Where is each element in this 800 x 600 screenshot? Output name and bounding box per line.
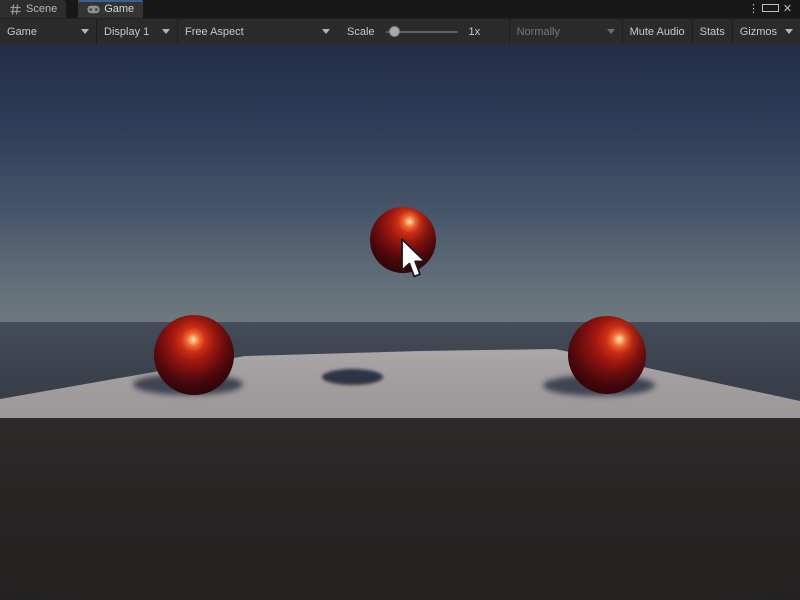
mouse-cursor-icon [400, 238, 428, 285]
game-mode-dropdown-label: Game [7, 26, 37, 38]
kebab-menu-icon[interactable]: ⋮ [745, 0, 762, 18]
maximize-icon[interactable] [762, 0, 779, 18]
stats-button[interactable]: Stats [693, 19, 732, 44]
window-controls: ⋮ ✕ [745, 0, 800, 18]
chevron-down-icon [607, 29, 615, 34]
gizmos-dropdown[interactable]: Gizmos [733, 19, 800, 44]
unity-game-window: Scene Game ⋮ ✕ Game Display 1 [0, 0, 800, 600]
tab-bar-spacer [143, 0, 745, 18]
play-mode-dropdown: Normally [510, 19, 622, 44]
tab-scene[interactable]: Scene [0, 0, 66, 18]
aspect-ratio-dropdown[interactable]: Free Aspect [178, 19, 337, 44]
grid-icon [9, 4, 22, 15]
aspect-ratio-dropdown-label: Free Aspect [185, 26, 244, 38]
tab-game[interactable]: Game [78, 0, 143, 18]
game-mode-dropdown[interactable]: Game [0, 19, 96, 44]
close-icon[interactable]: ✕ [779, 0, 796, 18]
chevron-down-icon [81, 29, 89, 34]
game-render-viewport[interactable] [0, 44, 800, 600]
red-sphere-left [154, 315, 234, 395]
near-ground-foreground [0, 417, 800, 600]
display-dropdown[interactable]: Display 1 [97, 19, 177, 44]
gizmos-dropdown-label: Gizmos [740, 26, 777, 38]
tab-game-label: Game [104, 3, 134, 15]
toolbar-spacer [487, 19, 508, 44]
chevron-down-icon [162, 29, 170, 34]
scale-label: Scale [337, 19, 382, 44]
red-sphere-right [568, 316, 646, 394]
scale-slider-knob[interactable] [389, 26, 400, 37]
scale-slider[interactable] [386, 19, 458, 44]
game-view-toolbar: Game Display 1 Free Aspect Scale 1x Norm… [0, 18, 800, 44]
mute-audio-button[interactable]: Mute Audio [623, 19, 692, 44]
chevron-down-icon [785, 29, 793, 34]
tab-scene-label: Scene [26, 3, 57, 15]
play-mode-dropdown-label: Normally [517, 26, 560, 38]
scale-value: 1x [462, 19, 488, 44]
display-dropdown-label: Display 1 [104, 26, 149, 38]
chevron-down-icon [322, 29, 330, 34]
tab-bar: Scene Game ⋮ ✕ [0, 0, 800, 18]
gamepad-icon [87, 4, 100, 15]
sphere-center-drop-shadow [322, 369, 383, 385]
